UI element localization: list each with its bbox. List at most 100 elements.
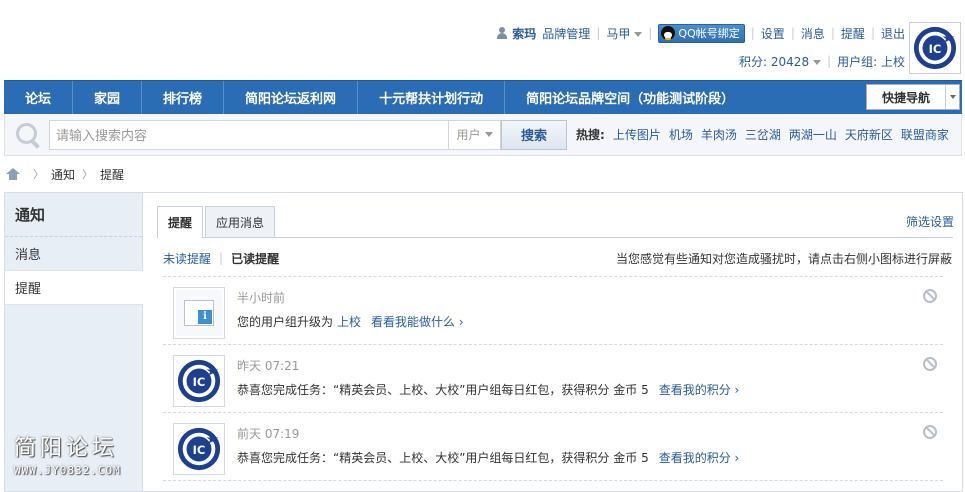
- notice-time: 半小时前: [237, 291, 286, 305]
- home-icon[interactable]: [6, 168, 20, 180]
- hot-search-link[interactable]: 联盟商家: [901, 126, 949, 143]
- points-menu[interactable]: 积分: 20428: [739, 53, 822, 70]
- search-type-label: 用户: [456, 128, 481, 142]
- nav-item-support-plan[interactable]: 十元帮扶计划行动: [358, 80, 506, 115]
- notice-more-link[interactable]: 查看我的积分 ›: [659, 451, 740, 465]
- search-type-select[interactable]: 用户: [449, 119, 501, 150]
- watermark-title: 简阳论坛: [14, 436, 119, 461]
- usergroup-link[interactable]: 用户组: 上校: [837, 53, 905, 70]
- search-input[interactable]: 请输入搜索内容: [49, 119, 449, 150]
- username-link[interactable]: 索玛: [512, 25, 536, 42]
- system-notice-icon: [176, 290, 222, 336]
- chevron-down-icon: [945, 85, 959, 109]
- settings-link[interactable]: 设置: [761, 25, 785, 42]
- separator: |: [750, 26, 755, 40]
- nav-item-home[interactable]: 家园: [73, 80, 143, 115]
- breadcrumb-notice[interactable]: 通知: [51, 166, 75, 183]
- block-tip: 当您感觉有些通知对您造成骚扰时，请点击右侧小图标进行屏蔽: [615, 252, 952, 266]
- separator: |: [827, 54, 832, 68]
- notice-avatar[interactable]: [173, 423, 225, 475]
- club-logo-icon: [177, 427, 221, 471]
- block-icon[interactable]: [923, 425, 937, 439]
- divider: [163, 344, 943, 345]
- hot-search-label: 热搜:: [576, 128, 605, 142]
- account-menu[interactable]: 马甲: [606, 25, 643, 42]
- nav-item-rebate[interactable]: 简阳论坛返利网: [224, 80, 359, 115]
- notice-panel: 提醒 应用消息 筛选设置 未读提醒 | 已读提醒 当您感觉有些通知对您造成骚扰时…: [143, 192, 963, 492]
- notice-more-link[interactable]: 看看我能做什么 ›: [371, 315, 464, 329]
- hot-search-link[interactable]: 两湖一山: [789, 126, 837, 143]
- quick-nav-button[interactable]: 快捷导航: [866, 84, 960, 110]
- divider: [163, 480, 943, 481]
- watermark-url: WWW.JY0832.COM: [14, 464, 121, 477]
- search-button[interactable]: 搜索: [501, 119, 567, 150]
- sidebar-item-messages[interactable]: 消息: [5, 237, 142, 271]
- main-nav: 论坛 家园 排行榜 简阳论坛返利网 十元帮扶计划行动 简阳论坛品牌空间（功能测试…: [4, 80, 962, 115]
- user-links-row: 索玛 品牌管理 | 马甲 | QQ帐号绑定 | 设置 | 消息 | 提醒 | 退…: [496, 23, 905, 43]
- chevron-down-icon: [484, 132, 493, 137]
- hot-search-link[interactable]: 羊肉汤: [701, 126, 737, 143]
- list-item: 半小时前 您的用户组升级为上校看看我能做什么 ›: [163, 279, 943, 345]
- tab-app-messages[interactable]: 应用消息: [205, 206, 276, 237]
- block-icon[interactable]: [923, 357, 937, 371]
- sidebar-title: 通知: [5, 193, 142, 237]
- search-icon: [13, 120, 43, 150]
- site-watermark: 简阳论坛 WWW.JY0832.COM: [14, 430, 121, 477]
- unread-reminders-link[interactable]: 未读提醒: [163, 250, 211, 267]
- reminders-link[interactable]: 提醒: [841, 25, 865, 42]
- notice-more-link[interactable]: 查看我的积分 ›: [659, 383, 740, 397]
- nav-item-brand-space[interactable]: 简阳论坛品牌空间（功能测试阶段）: [505, 81, 755, 115]
- block-icon[interactable]: [923, 289, 937, 303]
- hot-search-link[interactable]: 三岔湖: [745, 126, 781, 143]
- club-logo-icon: [177, 359, 221, 403]
- list-item: 前天 07:19 恭喜您完成任务：“精英会员、上校、大校”用户组每日红包，获得积…: [163, 415, 943, 481]
- separator: |: [790, 26, 795, 40]
- separator: |: [219, 251, 224, 265]
- sidebar-item-reminders[interactable]: 提醒: [5, 271, 143, 305]
- divider: [163, 412, 943, 413]
- tab-bar: 提醒 应用消息: [157, 206, 953, 238]
- qq-bind-label: QQ帐号绑定: [678, 27, 740, 40]
- nav-item-forum[interactable]: 论坛: [4, 80, 74, 115]
- tab-reminders[interactable]: 提醒: [157, 206, 204, 238]
- avatar[interactable]: [909, 22, 961, 74]
- breadcrumb-separator: 〉: [82, 168, 94, 181]
- club-logo-icon: [913, 26, 957, 70]
- nav-item-ranking[interactable]: 排行榜: [142, 80, 225, 115]
- messages-link[interactable]: 消息: [801, 25, 825, 42]
- notice-time: 昨天 07:21: [237, 359, 300, 373]
- breadcrumb-separator: 〉: [33, 168, 44, 181]
- user-stats-row: 积分: 20428 | 用户组: 上校: [739, 52, 905, 70]
- usergroup-link[interactable]: 上校: [337, 315, 361, 329]
- logout-link[interactable]: 退出: [881, 25, 905, 42]
- user-bar: 索玛 品牌管理 | 马甲 | QQ帐号绑定 | 设置 | 消息 | 提醒 | 退…: [0, 0, 965, 80]
- chevron-down-icon: [634, 31, 643, 37]
- points-label: 积分: 20428: [739, 54, 810, 69]
- divider: [163, 276, 943, 277]
- notice-text: 您的用户组升级为: [237, 315, 334, 329]
- notice-text: 恭喜您完成任务：“精英会员、上校、大校”用户组每日红包，获得积分 金币 5: [237, 383, 649, 397]
- breadcrumb: 〉 通知 〉 提醒: [6, 164, 124, 184]
- brand-manage-link[interactable]: 品牌管理: [542, 25, 590, 42]
- qq-penguin-icon: [661, 26, 676, 40]
- read-reminders-current[interactable]: 已读提醒: [231, 250, 279, 267]
- user-icon: [496, 27, 508, 39]
- chevron-down-icon: [813, 59, 822, 65]
- notice-text: 恭喜您完成任务：“精英会员、上校、大校”用户组每日红包，获得积分 金币 5: [237, 451, 649, 465]
- quick-nav-label: 快捷导航: [881, 90, 930, 105]
- qq-bind-button[interactable]: QQ帐号绑定: [658, 23, 745, 43]
- account-menu-label: 马甲: [606, 26, 631, 41]
- separator: |: [596, 26, 601, 40]
- notice-icon: [173, 287, 225, 339]
- hot-search-link[interactable]: 上传图片: [613, 126, 661, 143]
- hot-search-link[interactable]: 机场: [669, 126, 693, 143]
- notice-avatar[interactable]: [173, 355, 225, 407]
- hot-search-link[interactable]: 天府新区: [845, 126, 893, 143]
- separator: |: [648, 26, 653, 40]
- notice-text-line: 恭喜您完成任务：“精英会员、上校、大校”用户组每日红包，获得积分 金币 5 查看我…: [237, 449, 739, 466]
- breadcrumb-current: 提醒: [100, 167, 125, 182]
- filter-settings-link[interactable]: 筛选设置: [906, 213, 954, 230]
- separator: |: [830, 26, 835, 40]
- hot-searches: 热搜: 上传图片 机场 羊肉汤 三岔湖 两湖一山 天府新区 联盟商家: [576, 126, 953, 143]
- notice-text-line: 您的用户组升级为 上校 看看我能做什么 ›: [237, 313, 464, 330]
